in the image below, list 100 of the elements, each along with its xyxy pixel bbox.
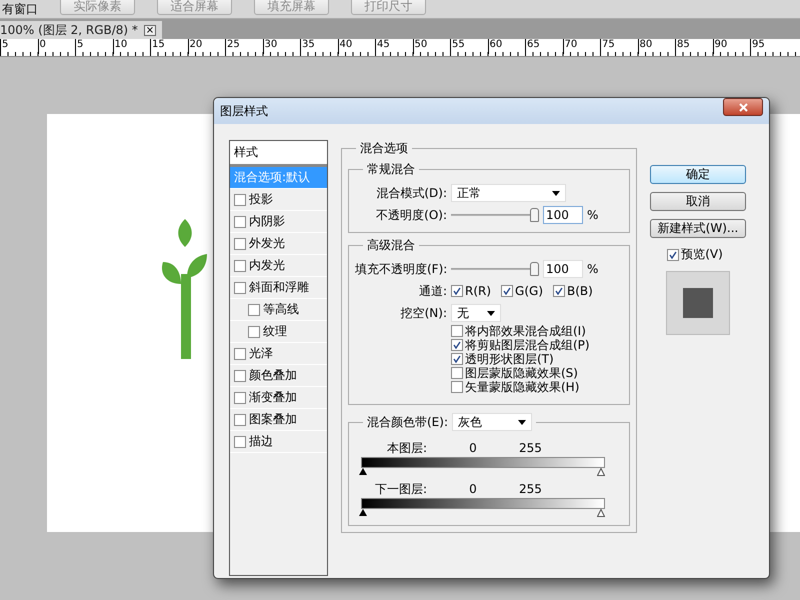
style-checkbox[interactable] xyxy=(234,414,246,426)
style-label: 斜面和浮雕 xyxy=(249,279,309,296)
group-title: 混合选项 xyxy=(359,140,409,157)
field-label: 混合模式(D): xyxy=(375,184,447,202)
checkbox-label: 图层蒙版隐藏效果(S) xyxy=(465,365,578,381)
dropdown-value: 正常 xyxy=(457,184,481,202)
option-checkbox[interactable] xyxy=(451,381,463,393)
field-label: 挖空(N): xyxy=(400,304,447,322)
slider-thumb[interactable] xyxy=(530,208,539,222)
range-stop-icon[interactable] xyxy=(359,509,367,517)
style-label: 渐变叠加 xyxy=(249,389,297,406)
preview-checkbox[interactable] xyxy=(667,248,680,260)
style-label: 颜色叠加 xyxy=(249,367,297,384)
style-checkbox[interactable] xyxy=(234,238,246,250)
style-list-item[interactable]: 外发光 xyxy=(230,233,327,255)
document-tab[interactable]: 100% (图层 2, RGB/8) * × xyxy=(0,21,162,39)
preview-thumbnail xyxy=(666,271,730,335)
style-checkbox[interactable] xyxy=(234,282,246,294)
ruler-number: 45 xyxy=(375,39,412,54)
style-list-item[interactable]: 描边 xyxy=(230,431,327,453)
style-checkbox[interactable] xyxy=(234,216,246,228)
style-label: 图案叠加 xyxy=(249,411,297,428)
style-label: 纹理 xyxy=(263,323,287,340)
checkbox-label: 将内部效果混合成组(I) xyxy=(465,322,586,339)
style-checkbox[interactable] xyxy=(234,194,246,206)
range-value: 255 xyxy=(519,482,542,496)
style-checkbox[interactable] xyxy=(234,348,246,360)
group-title: 常规混合 xyxy=(366,161,416,178)
style-list-item[interactable]: 内发光 xyxy=(230,255,327,277)
style-list-item[interactable]: 等高线 xyxy=(230,299,327,321)
style-list-item[interactable]: 图案叠加 xyxy=(230,409,327,431)
channel-checkbox[interactable] xyxy=(451,285,463,297)
style-checkbox[interactable] xyxy=(234,436,246,448)
field-label: 不透明度(O): xyxy=(375,206,447,224)
dropdown-caret-icon xyxy=(518,420,526,424)
dialog-button[interactable]: 取消 xyxy=(650,192,746,211)
blend-if-dropdown[interactable]: 灰色 xyxy=(452,413,532,431)
style-label: 外发光 xyxy=(249,235,285,252)
ruler-number: 65 xyxy=(525,39,562,54)
dialog-button[interactable]: 新建样式(W)... xyxy=(650,219,746,238)
field-label: 下一图层: xyxy=(374,480,427,498)
ruler-number: 35 xyxy=(300,39,338,54)
channel-checkbox[interactable] xyxy=(501,285,514,297)
slider-thumb[interactable] xyxy=(530,262,539,276)
style-checkbox[interactable] xyxy=(248,304,260,316)
style-checkbox[interactable] xyxy=(234,260,246,272)
style-list-item[interactable]: 投影 xyxy=(230,189,327,211)
ruler-number: 80 xyxy=(638,39,675,54)
blend-mode-dropdown[interactable]: 正常 xyxy=(451,184,566,202)
option-checkbox[interactable] xyxy=(451,367,463,379)
style-label: 等高线 xyxy=(263,301,299,318)
channel-checkbox[interactable] xyxy=(553,285,566,297)
dropdown-value: 无 xyxy=(457,304,469,322)
style-list-item[interactable]: 渐变叠加 xyxy=(230,387,327,409)
style-list-item[interactable]: 光泽 xyxy=(230,343,327,365)
ruler-number: 55 xyxy=(450,39,488,54)
style-checkbox[interactable] xyxy=(248,326,260,338)
unit-label: % xyxy=(587,262,598,276)
dialog-button[interactable]: 确定 xyxy=(650,165,746,184)
style-label: 光泽 xyxy=(249,345,273,362)
checkbox-label: B(B) xyxy=(567,284,593,298)
style-checkbox[interactable] xyxy=(234,370,246,382)
option-checkbox[interactable] xyxy=(451,325,463,337)
range-value: 0 xyxy=(468,482,478,496)
ruler-number: 40 xyxy=(338,39,375,54)
styles-header: 样式 xyxy=(230,141,327,167)
range-stop-icon[interactable] xyxy=(359,468,367,476)
option-checkbox[interactable] xyxy=(451,339,463,351)
group-title: 高级混合 xyxy=(366,237,416,254)
field-label: 混合颜色带(E): xyxy=(367,414,448,430)
close-button[interactable] xyxy=(723,98,763,116)
tab-close-button[interactable]: × xyxy=(144,24,156,36)
checkbox-label: 矢量蒙版隐藏效果(H) xyxy=(465,379,580,396)
checkbox-label: 预览(V) xyxy=(681,246,723,263)
ruler-number: 30 xyxy=(262,39,300,54)
knockout-dropdown[interactable]: 无 xyxy=(451,304,501,322)
toolbar-label: 有窗口 xyxy=(2,0,38,18)
dropdown-value: 灰色 xyxy=(458,414,482,430)
style-label: 内阴影 xyxy=(249,213,285,230)
style-list-item[interactable]: 内阴影 xyxy=(230,211,327,233)
style-list-item[interactable]: 斜面和浮雕 xyxy=(230,277,327,299)
checkbox-label: 透明形状图层(T) xyxy=(465,351,554,367)
dropdown-caret-icon xyxy=(552,190,560,196)
style-label: 描边 xyxy=(249,433,273,450)
style-checkbox[interactable] xyxy=(234,392,246,404)
fill-opacity-input[interactable]: 100 xyxy=(543,260,583,278)
close-icon xyxy=(738,102,748,112)
style-label: 混合选项:默认 xyxy=(234,169,310,186)
style-list-item[interactable]: 纹理 xyxy=(230,321,327,343)
range-value: 0 xyxy=(468,441,478,455)
style-list-item[interactable]: 颜色叠加 xyxy=(230,365,327,387)
ruler-number: 5 xyxy=(0,39,38,54)
ruler-number: 90 xyxy=(712,39,750,54)
option-checkbox[interactable] xyxy=(451,353,463,365)
ruler-number: 20 xyxy=(188,39,225,54)
opacity-input[interactable]: 100 xyxy=(543,206,583,224)
ruler-number: 15 xyxy=(150,39,188,54)
range-value: 255 xyxy=(519,441,542,455)
dropdown-caret-icon xyxy=(487,310,495,316)
ruler-number: 75 xyxy=(600,39,638,54)
